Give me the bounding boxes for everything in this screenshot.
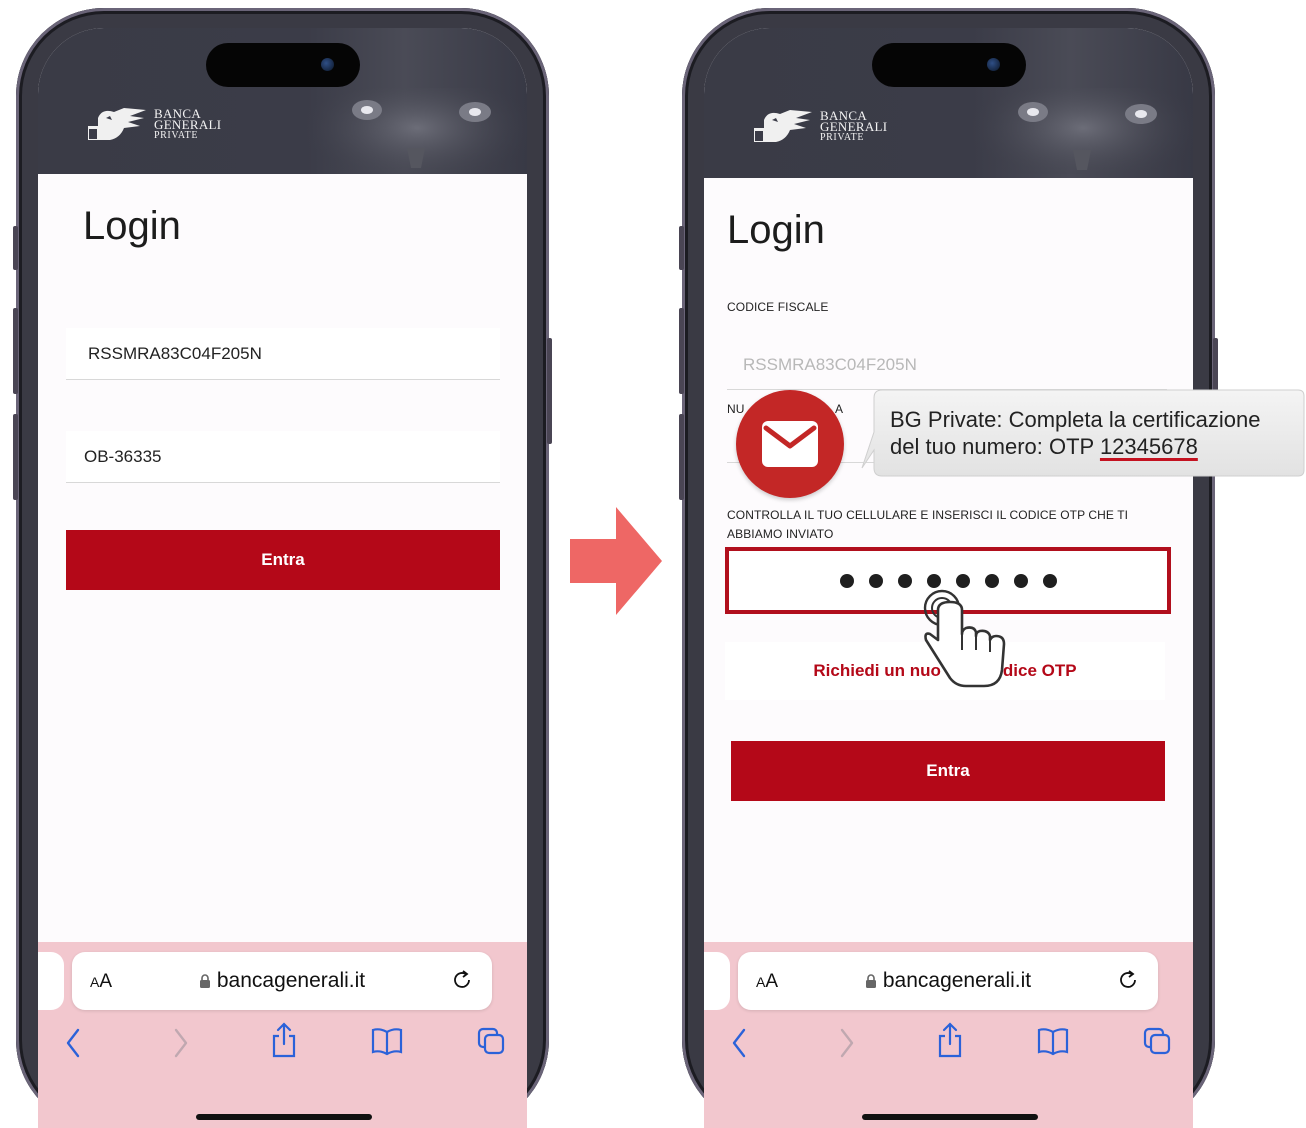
mail-icon xyxy=(762,421,818,467)
share-icon[interactable] xyxy=(936,1020,964,1060)
chevron-left-icon[interactable] xyxy=(728,1026,752,1060)
logo-line-2: GENERALI xyxy=(820,118,888,134)
otp-dot xyxy=(1013,573,1028,588)
fiscal-code-label: CODICE FISCALE xyxy=(727,300,829,314)
mail-notification-badge xyxy=(736,390,844,498)
tap-hand-icon xyxy=(923,589,1006,688)
address-bar[interactable]: AA bancagenerali.it xyxy=(738,952,1158,1010)
lion-logo-icon xyxy=(754,110,812,142)
volume-down-button xyxy=(13,414,18,500)
camera-icon xyxy=(321,58,334,71)
otp-instruction: CONTROLLA IL TUO CELLULARE E INSERISCI I… xyxy=(727,508,1129,541)
otp-code: 12345678 xyxy=(1099,434,1198,459)
reload-icon[interactable] xyxy=(1116,968,1140,992)
browser-nav-bar xyxy=(38,1022,527,1066)
url-display[interactable]: bancagenerali.it xyxy=(738,969,1158,993)
url-text: bancagenerali.it xyxy=(882,969,1032,992)
sms-line-2: del tuo numero: OTP 12345678 xyxy=(890,433,1261,460)
otp-dot xyxy=(868,573,883,588)
lion-face-image xyxy=(297,88,527,174)
banca-generali-logo: BANCA GENERALI PRIVATE xyxy=(750,106,887,146)
right-arrow-icon xyxy=(570,507,662,615)
volume-down-button xyxy=(679,414,684,500)
screen-left: BANCA GENERALI PRIVATE Login RSSMRA83C04… xyxy=(38,28,527,1128)
reload-icon[interactable] xyxy=(450,968,474,992)
volume-up-button xyxy=(679,308,684,394)
safari-toolbar: AA bancagenerali.it xyxy=(704,942,1193,1128)
camera-icon xyxy=(987,58,1000,71)
power-button xyxy=(547,338,552,444)
sms-line-1: BG Private: Completa la certificazione xyxy=(890,407,1261,432)
lion-face-image xyxy=(963,88,1193,174)
lock-icon xyxy=(199,974,210,988)
username-value: OB-36335 xyxy=(84,446,162,466)
page-title: Login xyxy=(83,204,181,248)
mute-switch xyxy=(13,226,18,270)
fiscal-code-value: RSSMRA83C04F205N xyxy=(743,354,917,374)
chevron-left-icon[interactable] xyxy=(62,1026,86,1060)
share-icon[interactable] xyxy=(270,1020,298,1060)
browser-nav-bar xyxy=(704,1022,1193,1066)
fiscal-code-input[interactable]: RSSMRA83C04F205N xyxy=(66,328,500,380)
dynamic-island xyxy=(206,43,360,87)
phone-right: BANCA GENERALI PRIVATE Login CODICE FISC… xyxy=(679,8,1218,1128)
logo-line-2: GENERALI xyxy=(154,116,222,132)
url-text: bancagenerali.it xyxy=(216,969,366,992)
tabs-icon[interactable] xyxy=(1142,1026,1172,1056)
home-indicator xyxy=(862,1114,1038,1120)
volume-up-button xyxy=(13,308,18,394)
chevron-right-icon[interactable] xyxy=(168,1026,192,1060)
lock-icon xyxy=(865,974,876,988)
dynamic-island xyxy=(872,43,1026,87)
sms-text: BG Private: Completa la certificazione d… xyxy=(890,406,1261,460)
book-icon[interactable] xyxy=(370,1026,404,1056)
chevron-right-icon[interactable] xyxy=(834,1026,858,1060)
book-icon[interactable] xyxy=(1036,1026,1070,1056)
banca-generali-logo: BANCA GENERALI PRIVATE xyxy=(84,104,221,144)
previous-tab-edge[interactable] xyxy=(38,952,64,1010)
url-display[interactable]: bancagenerali.it xyxy=(72,969,492,993)
previous-tab-edge[interactable] xyxy=(704,952,730,1010)
otp-dot xyxy=(1042,573,1057,588)
sms-line-2-prefix: del tuo numero: OTP xyxy=(890,434,1100,459)
login-button[interactable]: Entra xyxy=(731,741,1165,801)
address-bar[interactable]: AA bancagenerali.it xyxy=(72,952,492,1010)
fiscal-code-input[interactable]: RSSMRA83C04F205N xyxy=(727,340,1167,390)
fiscal-code-value: RSSMRA83C04F205N xyxy=(88,343,262,363)
safari-toolbar: AA bancagenerali.it xyxy=(38,942,527,1128)
username-input[interactable]: OB-36335 xyxy=(66,431,500,483)
tabs-icon[interactable] xyxy=(476,1026,506,1056)
resend-label-part2: dice OTP xyxy=(1002,661,1077,680)
lion-logo-icon xyxy=(88,108,146,140)
phone-left: BANCA GENERALI PRIVATE Login RSSMRA83C04… xyxy=(13,8,552,1128)
otp-dot xyxy=(839,573,854,588)
screen-right: BANCA GENERALI PRIVATE Login CODICE FISC… xyxy=(704,28,1193,1128)
sms-notification-bubble: BG Private: Completa la certificazione d… xyxy=(860,388,1306,478)
page-title: Login xyxy=(727,208,825,252)
login-button[interactable]: Entra xyxy=(66,530,500,590)
mute-switch xyxy=(679,226,684,270)
home-indicator xyxy=(196,1114,372,1120)
otp-dot xyxy=(897,573,912,588)
